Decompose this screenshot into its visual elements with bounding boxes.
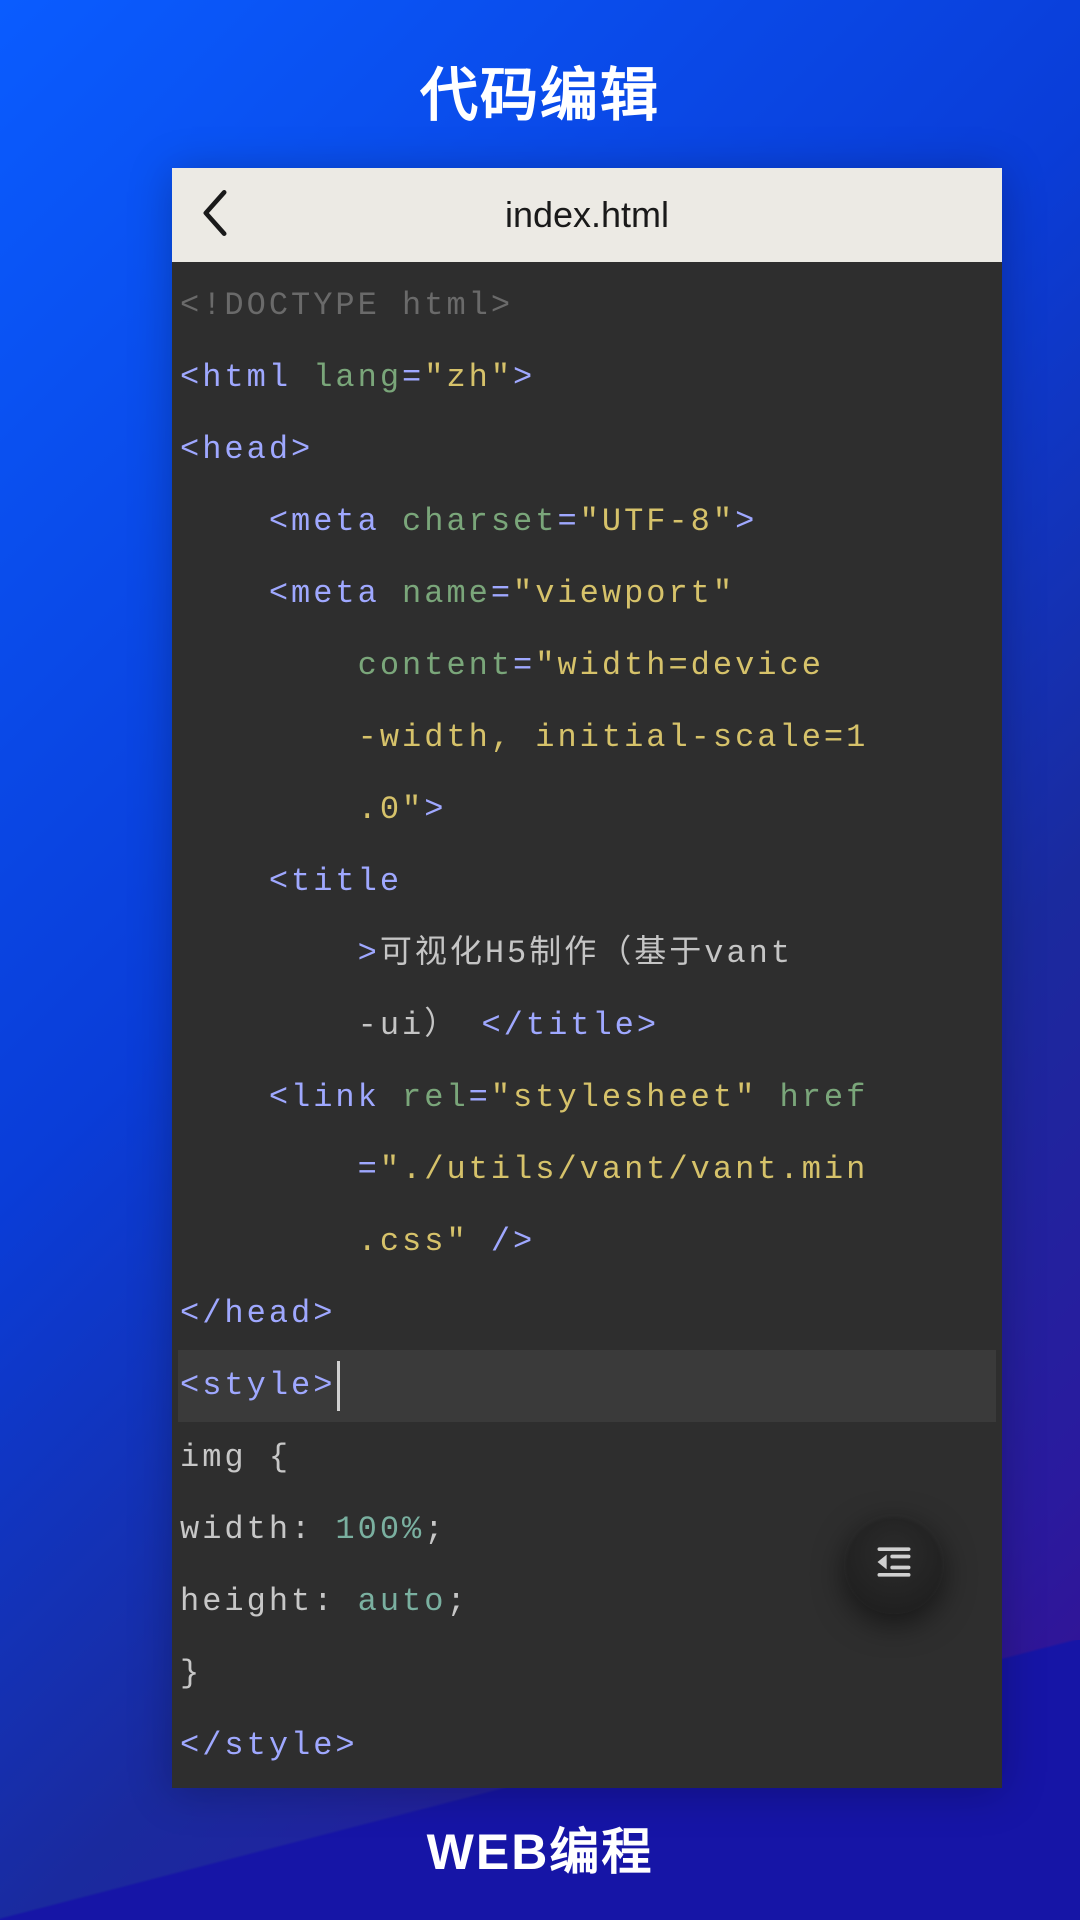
code-line: <meta name="viewport"	[178, 558, 996, 630]
outdent-icon	[872, 1540, 916, 1589]
title-bar: index.html	[172, 168, 1002, 262]
code-line: -width, initial-scale=1	[178, 702, 996, 774]
code-line: <link rel="stylesheet" href	[178, 1062, 996, 1134]
code-line: </style>	[178, 1710, 996, 1782]
code-line: >可视化H5制作（基于vant	[178, 918, 996, 990]
code-line: .css" />	[178, 1206, 996, 1278]
outdent-button[interactable]	[844, 1514, 944, 1614]
code-line: <!DOCTYPE html>	[178, 270, 996, 342]
code-line: <style>	[178, 1350, 996, 1422]
code-line: <head>	[178, 414, 996, 486]
code-line: img {	[178, 1422, 996, 1494]
code-line: }	[178, 1638, 996, 1710]
code-line: <html lang="zh">	[178, 342, 996, 414]
page-title: 代码编辑	[0, 0, 1080, 132]
code-line: <meta charset="UTF-8">	[178, 486, 996, 558]
back-button[interactable]	[192, 192, 238, 238]
code-line: content="width=device	[178, 630, 996, 702]
editor-window: index.html <!DOCTYPE html><html lang="zh…	[172, 168, 1002, 1788]
code-line: </head>	[178, 1278, 996, 1350]
code-line: <body>	[178, 1782, 996, 1788]
code-line: .0">	[178, 774, 996, 846]
code-line: <title	[178, 846, 996, 918]
code-line: ="./utils/vant/vant.min	[178, 1134, 996, 1206]
file-name: index.html	[172, 194, 1002, 236]
code-line: -ui） </title>	[178, 990, 996, 1062]
chevron-left-icon	[200, 190, 230, 241]
page-footer: WEB编程	[0, 1812, 1080, 1884]
